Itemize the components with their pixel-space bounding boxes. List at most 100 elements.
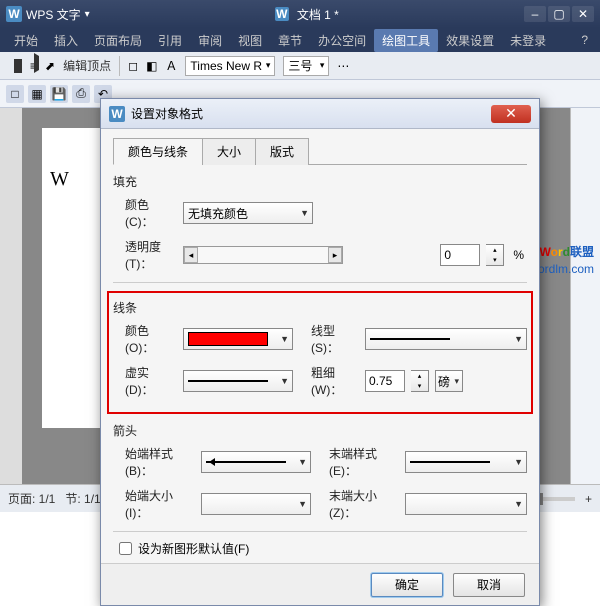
line-weight-input[interactable] — [365, 370, 405, 392]
set-default-label: 设为新图形默认值(F) — [138, 540, 249, 557]
fill-color-label: 颜色(C)： — [113, 196, 177, 230]
doc-title: 文档 1 * — [297, 6, 339, 23]
document-text: W — [50, 168, 69, 190]
opacity-label: 透明度(T)： — [113, 238, 177, 272]
format-object-dialog: W 设置对象格式 ✕ 颜色与线条 大小 版式 填充 颜色(C)： 无填充颜色 ▼… — [100, 98, 540, 606]
ribbon-tabs: 开始 插入 页面布局 引用 审阅 视图 章节 办公空间 绘图工具 效果设置 未登… — [0, 28, 600, 52]
tab-color-lines[interactable]: 颜色与线条 — [113, 138, 203, 165]
maximize-button[interactable]: ▢ — [548, 6, 570, 22]
side-panel — [570, 108, 600, 484]
fill-tool-icon[interactable]: ◧ — [146, 59, 157, 73]
tab-office-space[interactable]: 办公空间 — [310, 29, 374, 52]
begin-style-label: 始端样式(B)： — [113, 445, 195, 479]
dialog-icon: W — [109, 106, 125, 122]
arrow-group: 箭头 始端样式(B)： ▼ 末端样式(E)： ▼ 始端大小(I)： ▼ 末端大小… — [113, 422, 527, 521]
mouse-pointer-icon[interactable]: ⬈ — [45, 59, 55, 73]
doc-icon: W — [275, 7, 289, 21]
line-weight-spin[interactable]: ▴▾ — [411, 370, 429, 392]
shape-tool-icon[interactable]: ◻ — [128, 59, 138, 73]
fill-color-select[interactable]: 无填充颜色 ▼ — [183, 202, 313, 224]
dialog-title-bar[interactable]: W 设置对象格式 ✕ — [101, 99, 539, 129]
chevron-down-icon: ▼ — [280, 376, 289, 386]
more-shapes-icon[interactable]: ⋯ — [337, 59, 349, 73]
weight-unit: 磅 — [438, 373, 450, 390]
watermark-logo: Word联盟 — [540, 240, 594, 261]
page-canvas[interactable]: W — [42, 128, 102, 428]
vertical-ruler — [0, 108, 22, 484]
arrow-group-label: 箭头 — [113, 422, 527, 439]
tab-reference[interactable]: 引用 — [150, 29, 190, 52]
chevron-down-icon: ▾ — [454, 376, 459, 387]
login-link[interactable]: 未登录 — [502, 29, 554, 52]
font-family-select[interactable]: Times New R▾ — [185, 56, 275, 76]
dialog-tabs: 颜色与线条 大小 版式 — [113, 137, 527, 165]
chevron-down-icon: ▼ — [514, 457, 523, 467]
line-color-label: 颜色(O)： — [113, 322, 177, 356]
line-style-label: 线型(S)： — [299, 322, 359, 356]
chevron-down-icon: ▼ — [298, 457, 307, 467]
begin-size-label: 始端大小(I)： — [113, 487, 195, 521]
end-style-label: 末端样式(E)： — [317, 445, 399, 479]
ribbon-toolbar: ≡ ⬈ 编辑顶点 ◻ ◧ Ａ Times New R▾ 三号▾ ⋯ — [0, 52, 600, 80]
chevron-down-icon: ▼ — [300, 208, 309, 218]
tab-view[interactable]: 视图 — [230, 29, 270, 52]
tab-insert[interactable]: 插入 — [46, 29, 86, 52]
tab-start[interactable]: 开始 — [6, 29, 46, 52]
dialog-close-button[interactable]: ✕ — [491, 105, 531, 123]
fill-group-label: 填充 — [113, 173, 527, 190]
qat-save-icon[interactable]: 💾 — [50, 85, 68, 103]
text-tool-icon[interactable]: Ａ — [165, 57, 177, 74]
begin-style-select[interactable]: ▼ — [201, 451, 311, 473]
status-page: 页面: 1/1 — [8, 490, 55, 507]
tab-page-layout[interactable]: 页面布局 — [86, 29, 150, 52]
line-dash-swatch — [188, 380, 268, 382]
set-default-checkbox[interactable]: 设为新图形默认值(F) — [119, 540, 527, 557]
help-icon[interactable]: ? — [575, 30, 594, 50]
end-style-select[interactable]: ▼ — [405, 451, 527, 473]
tab-review[interactable]: 审阅 — [190, 29, 230, 52]
line-weight-label: 粗细(W)： — [299, 364, 359, 398]
dialog-footer: 确定 取消 — [101, 563, 539, 605]
begin-arrow-swatch — [206, 461, 286, 463]
fill-color-value: 无填充颜色 — [188, 205, 248, 222]
line-group-label: 线条 — [113, 299, 527, 316]
opacity-spin[interactable]: ▴▾ — [486, 244, 504, 266]
zoom-in-button[interactable]: + — [585, 492, 592, 506]
opacity-unit: % — [510, 248, 527, 262]
app-title-bar: W WPS 文字 ▾ W 文档 1 * – ▢ ✕ — [0, 0, 600, 28]
fill-group: 填充 颜色(C)： 无填充颜色 ▼ 透明度(T)： ◂▸ ▴▾ % — [113, 173, 527, 272]
set-default-input[interactable] — [119, 542, 132, 555]
tab-effect-settings[interactable]: 效果设置 — [438, 29, 502, 52]
line-dash-label: 虚实(D)： — [113, 364, 177, 398]
line-style-swatch — [370, 338, 450, 340]
line-style-select[interactable]: ▼ — [365, 328, 527, 350]
chevron-down-icon: ▼ — [514, 334, 523, 344]
tab-size[interactable]: 大小 — [202, 138, 256, 165]
chevron-down-icon: ▼ — [280, 334, 289, 344]
ok-button[interactable]: 确定 — [371, 573, 443, 597]
line-weight-unit-select[interactable]: 磅 ▾ — [435, 370, 463, 392]
app-icon: W — [6, 6, 22, 22]
arrow-shape-icon[interactable] — [14, 59, 22, 73]
close-window-button[interactable]: ✕ — [572, 6, 594, 22]
tab-drawing-tools[interactable]: 绘图工具 — [374, 29, 438, 52]
tab-chapter[interactable]: 章节 — [270, 29, 310, 52]
line-dash-select[interactable]: ▼ — [183, 370, 293, 392]
dialog-title: 设置对象格式 — [131, 105, 203, 122]
cancel-button[interactable]: 取消 — [453, 573, 525, 597]
qat-print-icon[interactable]: ⎙ — [72, 85, 90, 103]
line-color-select[interactable]: ▼ — [183, 328, 293, 350]
opacity-input[interactable] — [440, 244, 480, 266]
chevron-down-icon: ▼ — [298, 499, 307, 509]
app-name: WPS 文字 — [26, 6, 81, 23]
qat-open-icon[interactable]: ▦ — [28, 85, 46, 103]
opacity-slider[interactable]: ◂▸ — [183, 246, 343, 264]
edit-vertex-button[interactable]: 编辑顶点 — [63, 57, 111, 74]
font-size-select[interactable]: 三号▾ — [283, 56, 329, 76]
end-size-label: 末端大小(Z)： — [317, 487, 399, 521]
qat-new-icon[interactable]: □ — [6, 85, 24, 103]
minimize-button[interactable]: – — [524, 6, 546, 22]
chevron-down-icon: ▼ — [514, 499, 523, 509]
line-group-highlight: 线条 颜色(O)： ▼ 线型(S)： ▼ 虚实(D)： ▼ — [107, 291, 533, 414]
tab-layout[interactable]: 版式 — [255, 138, 309, 165]
